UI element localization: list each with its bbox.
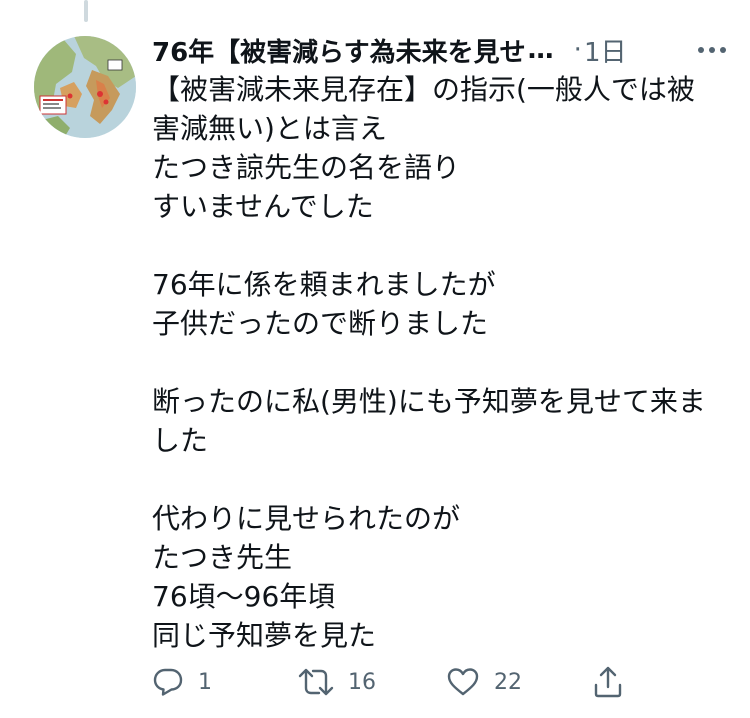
tweet-action-bar: 1 16 22 bbox=[152, 660, 632, 704]
tweet-text-line: 代わりに見せられたのが bbox=[152, 502, 461, 535]
tweet-text-line: 害減無い)とは言え bbox=[152, 112, 387, 145]
tweet-text-line: 同じ予知夢を見た bbox=[152, 619, 377, 652]
author-name-ellipsis: … bbox=[527, 35, 554, 65]
like-count: 22 bbox=[494, 669, 522, 695]
tweet-text-line: たつき先生 bbox=[152, 541, 293, 574]
header-dot-separator: · bbox=[573, 35, 582, 65]
retweet-button[interactable]: 16 bbox=[298, 660, 376, 704]
retweet-icon bbox=[298, 666, 334, 698]
share-button[interactable] bbox=[592, 660, 624, 704]
retweet-count: 16 bbox=[348, 669, 376, 695]
tweet-text-line: 子供だったので断りました bbox=[152, 307, 489, 340]
reply-icon bbox=[152, 666, 184, 698]
paragraph-break bbox=[152, 343, 722, 382]
thread-connector-line bbox=[84, 0, 88, 22]
tweet-timestamp[interactable]: 1日 bbox=[584, 32, 627, 69]
tweet-text-line: 76年に係を頼まれましたが bbox=[152, 268, 496, 301]
map-avatar-image bbox=[34, 36, 136, 138]
reply-button[interactable]: 1 bbox=[152, 660, 212, 704]
paragraph-break bbox=[152, 460, 722, 499]
like-button[interactable]: 22 bbox=[446, 660, 522, 704]
tweet-text-line: すいませんでした bbox=[152, 190, 374, 223]
tweet-text-line: 断ったのに私(男性)にも予知夢を見せて来ま bbox=[152, 385, 706, 418]
more-horizontal-icon[interactable] bbox=[692, 32, 732, 68]
reply-count: 1 bbox=[198, 669, 212, 695]
share-icon bbox=[592, 665, 624, 699]
avatar[interactable] bbox=[34, 36, 136, 138]
tweet-text-line: 76頃〜96年頃 bbox=[152, 580, 336, 613]
author-display-name[interactable]: 76年【被害減らす為未来を見せ bbox=[152, 32, 526, 69]
paragraph-break bbox=[152, 226, 722, 265]
tweet-text-line: した bbox=[152, 424, 209, 457]
tweet-text: 【被害減未来見存在】の指示(一般人では被 害減無い)とは言え たつき諒先生の名を… bbox=[152, 70, 722, 655]
heart-icon bbox=[446, 666, 480, 698]
tweet-text-line: 【被害減未来見存在】の指示(一般人では被 bbox=[152, 73, 695, 106]
tweet-header: 76年【被害減らす為未来を見せ … · 1日 bbox=[152, 28, 732, 72]
tweet-text-line: たつき諒先生の名を語り bbox=[152, 151, 461, 184]
